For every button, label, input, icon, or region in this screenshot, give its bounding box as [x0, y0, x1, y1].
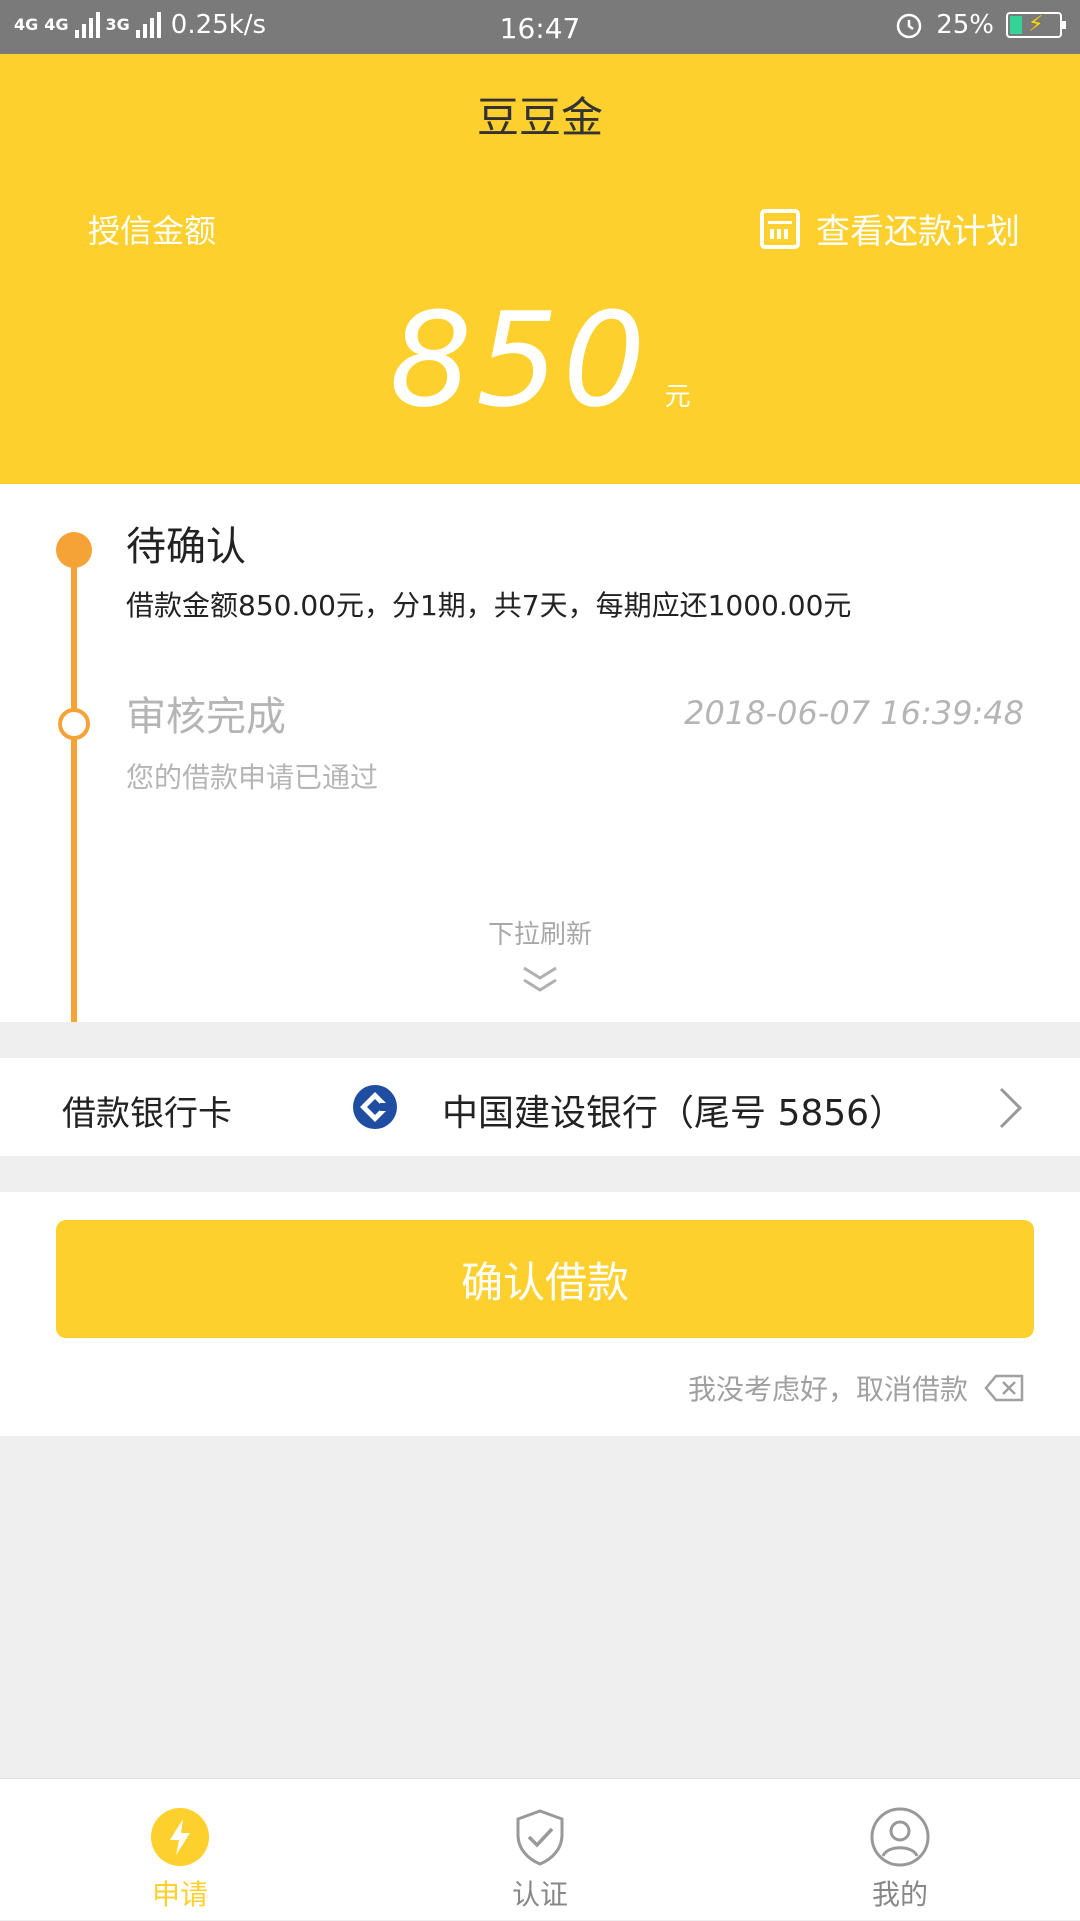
action-card: 确认借款 我没考虑好，取消借款 [0, 1192, 1080, 1436]
lightning-icon [151, 1808, 209, 1866]
credit-amount: 850 元 [0, 284, 1080, 436]
timeline-dot-done [58, 708, 90, 740]
bank-card-label: 借款银行卡 [62, 1094, 232, 1134]
loan-status-card: 待确认 借款金额850.00元，分1期，共7天，每期应还1000.00元 审核完… [0, 484, 1080, 1022]
pull-refresh-hint: 下拉刷新 [487, 920, 592, 950]
timeline-dot-active [56, 532, 92, 568]
confirm-loan-button[interactable]: 确认借款 [56, 1220, 1034, 1338]
cancel-loan-label: 我没考虑好，取消借款 [687, 1373, 968, 1406]
status-bar: 4G 4G 3G 0.25k/s 16:47 25% ⚡ [0, 0, 1080, 54]
tab-apply-label: 申请 [151, 1878, 208, 1911]
tab-verify-label: 认证 [511, 1878, 568, 1911]
repayment-plan-link[interactable]: 查看还款计划 [760, 204, 1020, 253]
calendar-icon [760, 208, 800, 249]
cancel-loan-link[interactable]: 我没考虑好，取消借款 [688, 1368, 1024, 1408]
chevron-right-icon [999, 1087, 1023, 1129]
tab-mine[interactable]: 我的 [780, 1779, 1020, 1921]
status-right: 25% ⚡ [894, 10, 1066, 40]
credit-amount-unit: 元 [664, 382, 691, 412]
ccb-bank-logo-icon [353, 1085, 397, 1129]
bank-card-name: 中国建设银行（尾号 5856） [442, 1093, 906, 1134]
credit-amount-label: 授信金额 [88, 212, 217, 250]
step-review-time: 2018-06-07 16:39:48 [684, 694, 1024, 732]
repayment-plan-label: 查看还款计划 [816, 212, 1020, 252]
credit-header: 豆豆金 授信金额 查看还款计划 850 元 [0, 54, 1080, 484]
tab-verify[interactable]: 认证 [420, 1779, 660, 1921]
tab-apply[interactable]: 申请 [60, 1779, 300, 1921]
bottom-tab-bar: 申请 认证 我的 [0, 1778, 1080, 1920]
backspace-icon [984, 1374, 1024, 1402]
tab-mine-label: 我的 [871, 1878, 928, 1911]
shield-check-icon [516, 1809, 564, 1866]
step-pending-title: 待确认 [126, 524, 246, 570]
step-review-desc: 您的借款申请已通过 [126, 761, 379, 794]
credit-amount-value: 850 [389, 284, 650, 436]
battery-icon: ⚡ [1006, 12, 1066, 38]
timeline-line [71, 556, 77, 1022]
step-review-title: 审核完成 [126, 694, 286, 740]
app-title: 豆豆金 [476, 93, 603, 142]
user-profile-icon [870, 1807, 930, 1867]
battery-percent: 25% [936, 10, 994, 40]
alarm-clock-icon [896, 13, 922, 39]
double-chevron-down-icon [523, 966, 557, 992]
step-pending-desc: 借款金额850.00元，分1期，共7天，每期应还1000.00元 [126, 589, 852, 622]
bank-card-row[interactable]: 借款银行卡 中国建设银行（尾号 5856） [0, 1058, 1080, 1156]
